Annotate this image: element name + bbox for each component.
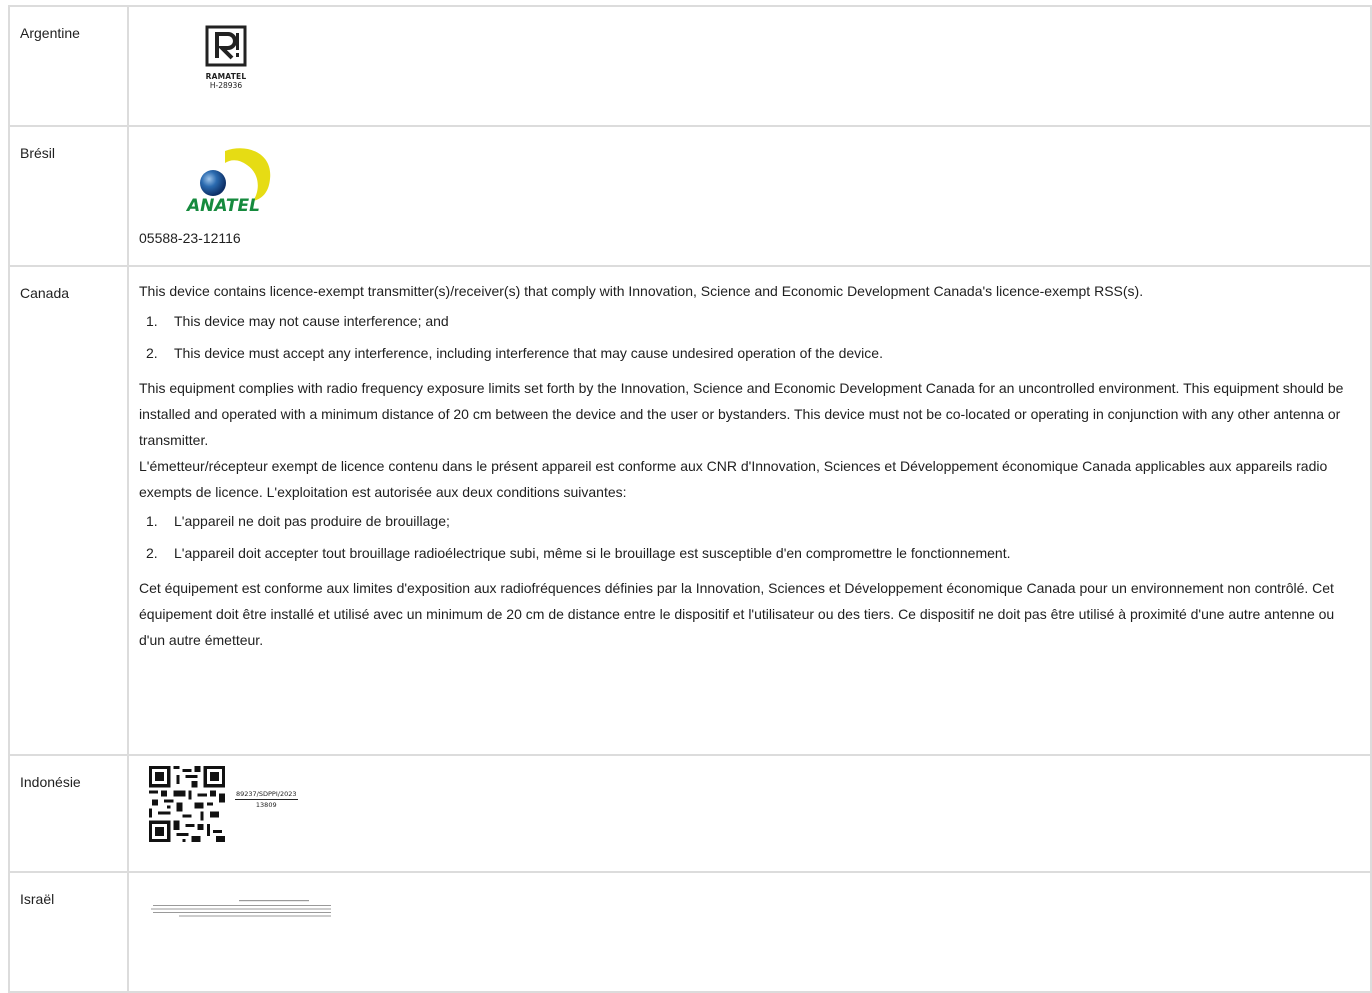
argentina-content: RAMATEL H-28936 — [127, 5, 1372, 127]
canada-fr-conditions: 1. L'appareil ne doit pas produire de bro… — [139, 511, 1360, 563]
country-name: Israël — [8, 871, 129, 993]
sdppi-certificate: 89237/SDPPI/2023 13809 — [149, 766, 1360, 842]
hebrew-notice-image — [151, 900, 331, 917]
cert-code: 13809 — [255, 800, 277, 809]
ramatel-logo: RAMATEL H-28936 — [196, 25, 256, 90]
table-row-canada: Canada This device contains licence-exem… — [8, 265, 1372, 756]
anatel-logo: ANATEL — [185, 148, 271, 216]
qr-code-icon — [149, 766, 225, 842]
ramatel-r-icon — [205, 25, 247, 67]
list-item: 1. This device may not cause interference… — [146, 313, 449, 329]
anatel-wordmark: ANATEL — [185, 196, 260, 213]
table-row-israel: Israël — [8, 871, 1372, 993]
canada-content: This device contains licence-exempt tran… — [127, 265, 1372, 756]
country-name: Argentine — [8, 5, 129, 127]
ramatel-name: RAMATEL — [205, 72, 247, 81]
table-row-argentina: Argentine RAMATEL H-28936 — [8, 5, 1372, 127]
canada-en-exposure: This equipment complies with radio frequ… — [139, 380, 1344, 448]
list-item: 1. L'appareil ne doit pas produire de bro… — [146, 513, 450, 529]
brazil-content: ANATEL 05588-23-12116 — [127, 125, 1372, 267]
list-item: 2. L'appareil doit accepter tout brouilla… — [146, 545, 1011, 561]
israel-content — [127, 871, 1372, 993]
country-name: Indonésie — [8, 754, 129, 873]
country-name: Canada — [8, 265, 129, 756]
cert-number: 89237/SDPPI/2023 — [235, 789, 298, 800]
ramatel-code: H-28936 — [209, 81, 243, 90]
country-name: Brésil — [8, 125, 129, 267]
canada-fr-intro: L'émetteur/récepteur exempt de licence c… — [139, 458, 1328, 500]
table-row-brazil: Brésil ANATEL 05588-23-12116 — [8, 125, 1372, 267]
canada-fr-exposure: Cet équipement est conforme aux limites … — [139, 580, 1335, 648]
canada-en-conditions: 1. This device may not cause interference… — [139, 311, 1360, 363]
regulatory-table: Argentine RAMATEL H-28936 Brésil ANATEL … — [8, 5, 1372, 993]
canada-en-intro: This device contains licence-exempt tran… — [139, 283, 1144, 299]
sdppi-label: 89237/SDPPI/2023 13809 — [235, 790, 298, 809]
anatel-number: 05588-23-12116 — [139, 230, 241, 246]
list-item: 2. This device must accept any interferen… — [146, 345, 883, 361]
table-row-indonesia: Indonésie 89237/SDPPI/2023 13809 — [8, 754, 1372, 873]
indonesia-content: 89237/SDPPI/2023 13809 — [127, 754, 1372, 873]
